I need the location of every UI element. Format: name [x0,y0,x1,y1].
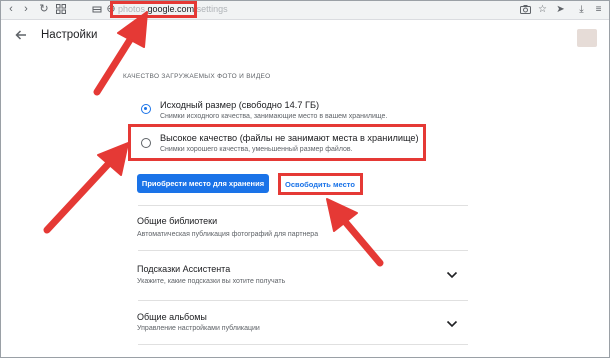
back-arrow-icon[interactable] [14,28,28,42]
page-title: Настройки [41,29,98,41]
arrow-right-icon[interactable]: › [20,3,32,15]
arrow-left-icon[interactable]: ‹ [5,3,17,15]
buy-storage-button[interactable]: Приобрести место для хранения [137,174,269,193]
option-description: Снимки исходного качества, занимающие ме… [160,113,388,120]
reload-icon[interactable]: ↻ [38,3,50,15]
option-label[interactable]: Исходный размер (свободно 14.7 ГБ) [160,100,319,110]
avatar[interactable] [577,29,597,47]
url-path: /settings [194,4,228,14]
radio-original-quality[interactable] [141,104,151,114]
divider [138,344,468,345]
chevron-down-icon[interactable] [446,271,458,279]
divider [138,205,468,206]
list-item-description: Автоматическая публикация фотографий для… [137,231,319,238]
menu-icon[interactable]: ≡ [593,4,604,15]
send-icon[interactable]: ➤ [555,4,566,15]
divider [138,250,468,251]
camera-icon[interactable] [520,4,531,15]
divider [138,300,468,301]
list-item-title[interactable]: Подсказки Ассистента [137,264,230,274]
url-highlight-box [110,1,197,18]
chevron-down-icon[interactable] [446,320,458,328]
section-title: Качество загружаемых фото и видео [123,73,271,80]
browser-toolbar: ‹ › ↻ ⊕ photos.google.com/settings ☆ ➤ ⤓… [1,1,609,20]
list-item-title[interactable]: Общие библиотеки [137,216,217,226]
list-item-description: Укажите, какие подсказки вы хотите получ… [137,278,286,285]
star-icon[interactable]: ☆ [537,4,548,15]
list-item-title[interactable]: Общие альбомы [137,312,207,322]
secure-lock-icon [91,3,103,15]
option-highlight-box [128,124,426,161]
button-highlight-box [278,173,363,195]
download-icon[interactable]: ⤓ [576,4,587,15]
list-item-description: Управление настройками публикации [137,325,260,332]
apps-icon[interactable] [55,3,67,15]
